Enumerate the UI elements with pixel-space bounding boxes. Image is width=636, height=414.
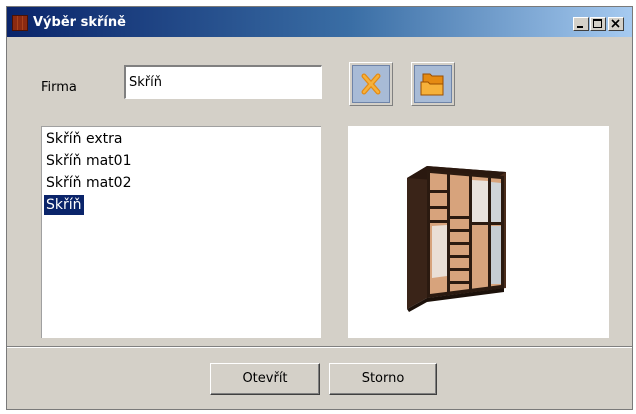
window-title: Výběr skříně — [33, 15, 126, 30]
wardrobe-image — [407, 166, 506, 312]
cancel-button[interactable]: Storno — [329, 363, 437, 395]
list-item[interactable]: Skříň mat01 — [44, 151, 133, 171]
wardrobe-preview — [348, 126, 609, 338]
list-item-selected[interactable]: Skříň — [44, 195, 84, 215]
minimize-button[interactable] — [573, 17, 589, 31]
window: Výběr skříně Firma Skříň Skříň extra Skř… — [6, 6, 633, 410]
firma-input[interactable] — [124, 65, 322, 99]
wardrobe-list[interactable]: Skříň extra Skříň mat01 Skříň mat02 Skří… — [41, 126, 321, 338]
list-item[interactable]: Skříň mat02 — [44, 173, 133, 193]
firma-label: Firma — [41, 80, 77, 95]
close-icon — [611, 19, 620, 28]
delete-button[interactable] — [349, 62, 393, 106]
close-button[interactable] — [608, 17, 624, 31]
folders-icon — [420, 73, 444, 96]
x-icon — [361, 73, 381, 95]
divider — [7, 346, 632, 348]
maximize-button[interactable] — [590, 17, 606, 31]
open-button[interactable]: Otevřít — [210, 363, 320, 395]
list-item[interactable]: Skříň extra — [44, 129, 124, 149]
maximize-icon — [593, 19, 602, 28]
open-folder-button[interactable] — [411, 62, 455, 106]
minimize-icon — [577, 26, 583, 28]
app-icon — [12, 15, 28, 31]
title-bar[interactable]: Výběr skříně — [7, 7, 632, 37]
